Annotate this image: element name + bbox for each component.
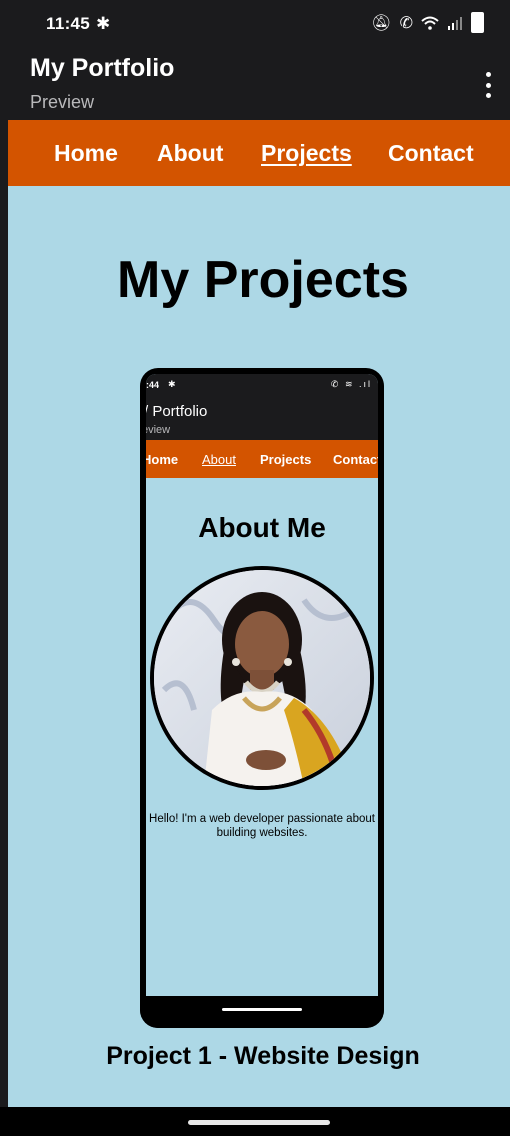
preview-status-time: :44 <box>146 380 160 390</box>
preview-bio: Hello! I'm a web developer passionate ab… <box>149 813 375 839</box>
nav-contact[interactable]: Contact <box>388 140 474 167</box>
app-title: My Portfolio <box>30 54 175 82</box>
nav-home[interactable]: Home <box>54 140 118 167</box>
preview-nav: Home About Projects Contact <box>146 440 378 478</box>
preview-status-icons: ✆ ≋ .ıl <box>330 379 372 389</box>
status-icons: 🔕︎ ✆ <box>371 12 484 33</box>
status-time: 11:45 <box>46 14 91 33</box>
preview-app-title: / Portfolio <box>146 403 208 420</box>
preview-home-indicator <box>222 1008 302 1011</box>
page-title: My Projects <box>117 251 409 309</box>
preview-heading: About Me <box>198 512 326 543</box>
phone-screen: 11:45 ✱ 🔕︎ ✆ My Portfolio Preview Home A… <box>0 0 510 1136</box>
preview-app-subtitle: eview <box>146 424 171 436</box>
project-caption: Project 1 - Website Design <box>106 1042 420 1070</box>
preview-app-bar: / Portfolio eview <box>146 396 378 440</box>
nav-about[interactable]: About <box>157 140 223 167</box>
battery-icon <box>471 12 484 33</box>
preview-nav-bar <box>140 996 384 1028</box>
notifications-off-icon: 🔕︎ <box>371 14 392 32</box>
preview-status-bar: :44 ✱ ✆ ≋ .ıl <box>146 374 378 396</box>
nav-projects[interactable]: Projects <box>261 140 352 167</box>
gear-icon: ✱ <box>96 14 111 33</box>
profile-photo <box>150 566 374 790</box>
more-vertical-icon[interactable] <box>484 72 492 98</box>
preview-nav-home: Home <box>146 452 179 467</box>
gesture-bar <box>0 1107 510 1136</box>
wifi-calling-icon: ✆ <box>399 14 413 32</box>
profile-photo-art <box>154 570 370 786</box>
wifi-icon <box>421 16 439 30</box>
status-bar: 11:45 ✱ 🔕︎ ✆ <box>0 0 510 50</box>
signal-icon <box>448 16 462 30</box>
preview-nav-about: About <box>202 452 236 467</box>
nav-bar: Home About Projects Contact <box>8 120 510 186</box>
app-bar: My Portfolio Preview <box>0 50 510 120</box>
project-preview-image: :44 ✱ ✆ ≋ .ıl / Portfolio eview Home Abo… <box>140 368 384 1028</box>
preview-screen: :44 ✱ ✆ ≋ .ıl / Portfolio eview Home Abo… <box>146 374 378 1002</box>
preview-nav-contact: Contact <box>333 452 378 467</box>
page-content: Home About Projects Contact My Projects … <box>8 120 510 1107</box>
preview-gear-icon: ✱ <box>168 379 176 389</box>
preview-nav-projects: Projects <box>260 452 312 467</box>
app-subtitle: Preview <box>30 92 95 112</box>
home-indicator[interactable] <box>188 1120 330 1125</box>
